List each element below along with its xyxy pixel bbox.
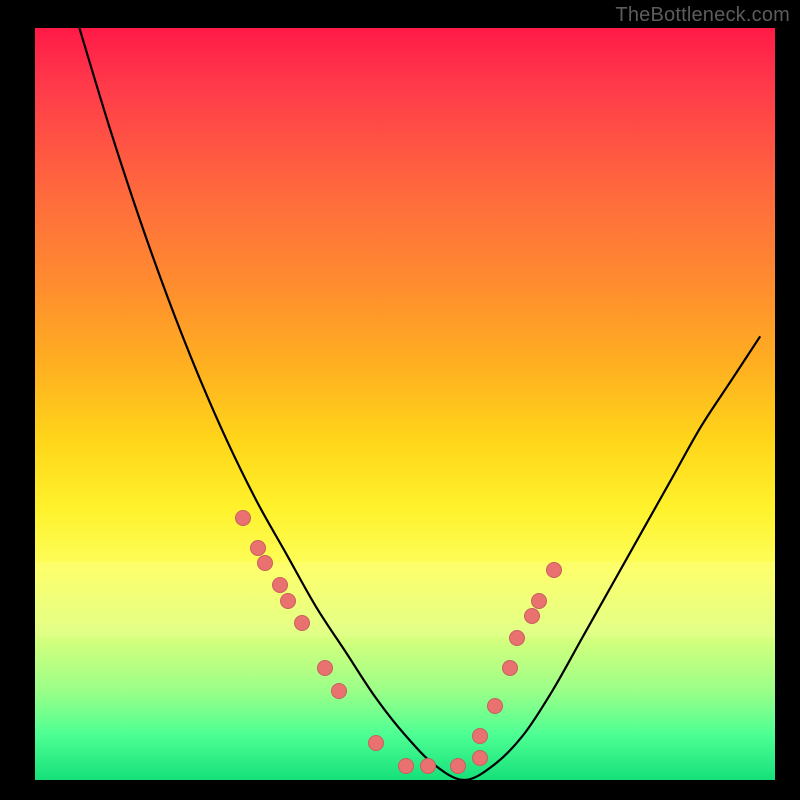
data-point [502, 660, 518, 676]
data-point [398, 758, 414, 774]
data-point [331, 683, 347, 699]
data-point [450, 758, 466, 774]
data-point [317, 660, 333, 676]
curve-path [79, 28, 760, 780]
plot-area [35, 28, 775, 780]
data-point [487, 698, 503, 714]
data-point [472, 750, 488, 766]
data-point [524, 608, 540, 624]
data-point [294, 615, 310, 631]
data-point [546, 562, 562, 578]
data-point [235, 510, 251, 526]
data-point [472, 728, 488, 744]
data-point [250, 540, 266, 556]
bottleneck-curve [35, 28, 775, 780]
chart-stage: TheBottleneck.com [0, 0, 800, 800]
data-point [272, 577, 288, 593]
data-point [531, 593, 547, 609]
highlight-band [35, 562, 775, 637]
data-point [257, 555, 273, 571]
data-point [509, 630, 525, 646]
data-point [368, 735, 384, 751]
watermark-text: TheBottleneck.com [615, 4, 790, 27]
data-point [280, 593, 296, 609]
data-point [420, 758, 436, 774]
